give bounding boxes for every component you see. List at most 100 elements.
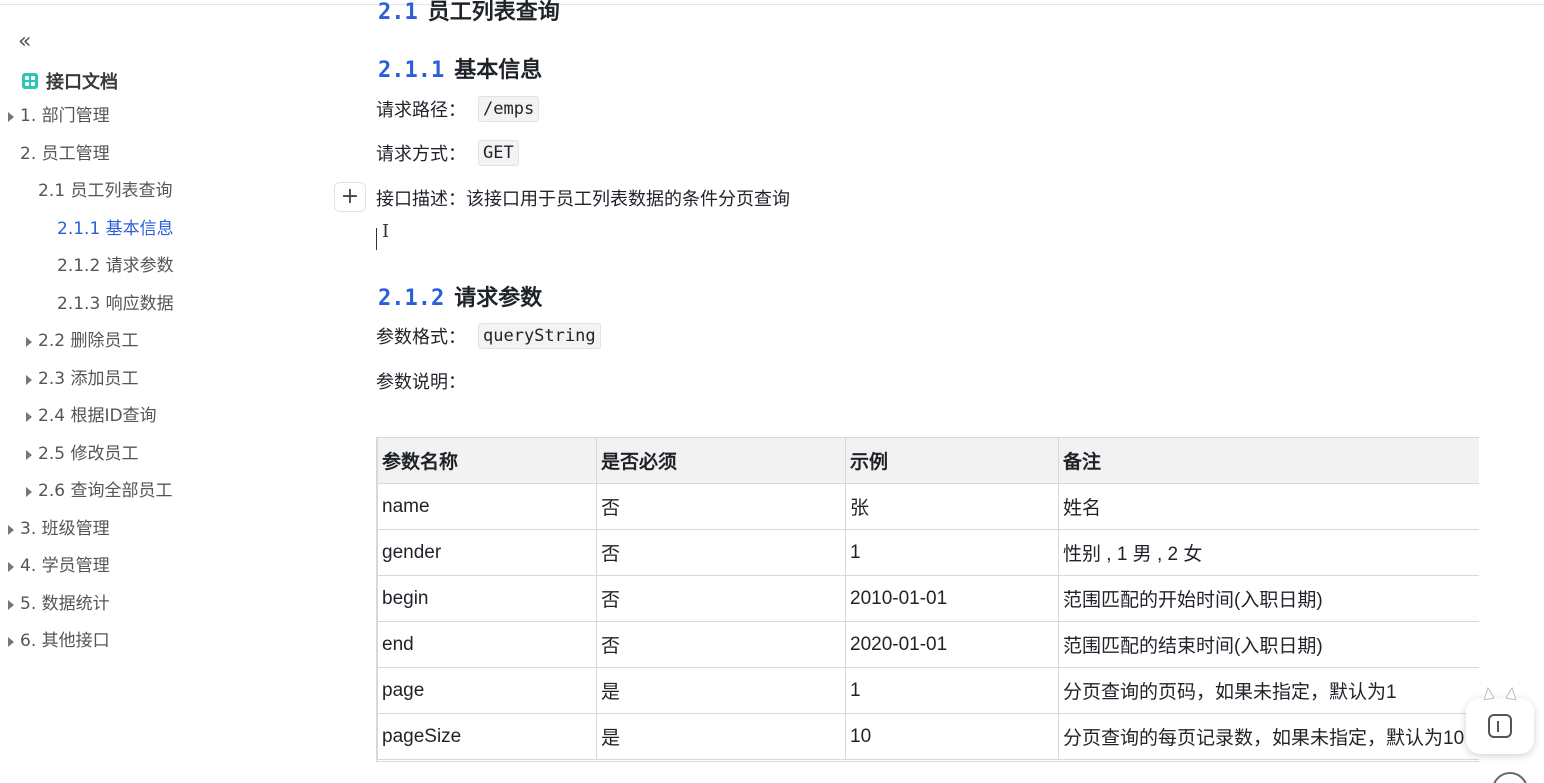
ibeam-cursor-icon: I	[382, 221, 390, 242]
table-row: gender 否 1 性别 , 1 男 , 2 女	[377, 529, 1479, 576]
cat-ears-icon	[1483, 686, 1517, 700]
table-cell[interactable]: 姓名	[1058, 483, 1479, 530]
screen-record-icon	[1488, 714, 1512, 738]
doc-title-label: 接口文档	[46, 72, 118, 93]
table-cell[interactable]: 范围匹配的结束时间(入职日期)	[1058, 621, 1479, 668]
add-block-button[interactable]: +	[334, 182, 366, 212]
table-cell[interactable]: 否	[596, 621, 846, 668]
request-method-line[interactable]: 请求方式： GET	[376, 140, 519, 166]
toc-item-class[interactable]: 3. 班级管理	[8, 511, 110, 548]
table-cell[interactable]: 张	[845, 483, 1059, 530]
toc-item-label: 2.4 根据ID查询	[38, 406, 157, 426]
section-heading-2-1: 2.1 员工列表查询	[378, 0, 560, 26]
expand-caret-icon[interactable]	[8, 524, 14, 535]
table-cell[interactable]: page	[377, 667, 597, 714]
toc-item-label: 2.1.1 基本信息	[57, 219, 174, 239]
table-cell[interactable]: 2020-01-01	[845, 621, 1059, 668]
heading-text: 请求参数	[454, 286, 543, 311]
heading-number: 2.1.1	[378, 58, 445, 83]
expand-caret-icon[interactable]	[8, 599, 14, 610]
table-cell[interactable]: 范围匹配的开始时间(入职日期)	[1058, 575, 1479, 622]
expand-caret-icon[interactable]	[26, 486, 32, 497]
table-cell[interactable]: end	[377, 621, 597, 668]
table-cell[interactable]: 是	[596, 713, 846, 760]
table-cell[interactable]: gender	[377, 529, 597, 576]
expand-caret-icon[interactable]	[8, 561, 14, 572]
request-path-label: 请求路径：	[376, 100, 466, 121]
table-cell[interactable]: 否	[596, 483, 846, 530]
table-cell[interactable]: begin	[377, 575, 597, 622]
heading-text: 基本信息	[454, 58, 543, 83]
api-description-line[interactable]: 接口描述： 该接口用于员工列表数据的条件分页查询	[376, 185, 790, 211]
table-cell[interactable]: 2010-01-01	[845, 575, 1059, 622]
toc-item-query-all-emp[interactable]: 2.6 查询全部员工	[26, 473, 172, 510]
toc-item-query-by-id[interactable]: 2.4 根据ID查询	[26, 398, 157, 435]
header-param-name[interactable]: 参数名称	[377, 437, 597, 484]
doc-content: 2.1 员工列表查询 2.1.1 基本信息 请求路径： /emps 请求方式： GE…	[334, 0, 1544, 783]
table-cell[interactable]: 否	[596, 529, 846, 576]
param-desc-label: 参数说明：	[376, 372, 466, 393]
params-table: 参数名称 是否必须 示例 备注 name 否 张 姓名 gender 否 1 性	[377, 437, 1479, 760]
toc-item-emp[interactable]: 2. 员工管理	[8, 136, 110, 173]
toc-item-label: 2.3 添加员工	[38, 369, 139, 389]
toc-item-label: 2.2 删除员工	[38, 331, 139, 351]
header-example[interactable]: 示例	[845, 437, 1059, 484]
request-method-label: 请求方式：	[376, 144, 466, 165]
expand-caret-icon[interactable]	[26, 411, 32, 422]
param-desc-line[interactable]: 参数说明：	[376, 368, 466, 394]
toc-item-delete-emp[interactable]: 2.2 删除员工	[26, 323, 138, 360]
table-row: pageSize 是 10 分页查询的每页记录数，如果未指定，默认为10	[377, 713, 1479, 760]
request-method-code: GET	[478, 140, 519, 166]
request-path-line[interactable]: 请求路径： /emps	[376, 96, 540, 122]
table-cell[interactable]: 10	[845, 713, 1059, 760]
collapse-sidebar-icon[interactable]: «	[18, 30, 42, 54]
table-cell[interactable]: 否	[596, 575, 846, 622]
api-description-label: 接口描述：	[376, 189, 466, 210]
expand-caret-icon[interactable]	[26, 336, 32, 347]
toc-item-request-params[interactable]: 2.1.2 请求参数	[45, 248, 174, 285]
table-cell[interactable]: 1	[845, 667, 1059, 714]
toc-item-emp-list[interactable]: 2.1 员工列表查询	[26, 173, 172, 210]
table-cell[interactable]: 是	[596, 667, 846, 714]
params-table-container[interactable]: 参数名称 是否必须 示例 备注 name 否 张 姓名 gender 否 1 性	[376, 437, 1479, 762]
heading-text: 员工列表查询	[427, 0, 560, 25]
header-required[interactable]: 是否必须	[596, 437, 846, 484]
section-heading-basic-info: 2.1.1 基本信息	[378, 52, 542, 84]
table-cell[interactable]: 分页查询的页码，如果未指定，默认为1	[1058, 667, 1479, 714]
doc-title[interactable]: 接口文档	[22, 68, 118, 94]
toc-item-update-emp[interactable]: 2.5 修改员工	[26, 436, 138, 473]
toc-item-label: 2.6 查询全部员工	[38, 481, 173, 501]
table-cell[interactable]: name	[377, 483, 597, 530]
header-remark[interactable]: 备注	[1058, 437, 1479, 484]
table-cell[interactable]: 性别 , 1 男 , 2 女	[1058, 529, 1479, 576]
param-format-code: queryString	[478, 323, 601, 349]
toc-item-dept[interactable]: 1. 部门管理	[8, 98, 110, 135]
table-row: page 是 1 分页查询的页码，如果未指定，默认为1	[377, 667, 1479, 714]
table-cell[interactable]: 1	[845, 529, 1059, 576]
expand-caret-icon[interactable]	[8, 111, 14, 122]
table-cell[interactable]: 分页查询的每页记录数，如果未指定，默认为10	[1058, 713, 1479, 760]
toc-item-label: 2.1.3 响应数据	[57, 294, 174, 314]
expand-caret-icon[interactable]	[26, 449, 32, 460]
request-path-code: /emps	[478, 96, 540, 122]
toc-item-other[interactable]: 6. 其他接口	[8, 623, 110, 660]
toc-item-student[interactable]: 4. 学员管理	[8, 548, 110, 585]
sidebar-toc: « 接口文档 1. 部门管理 2. 员工管理 2.1 员工列表查询 2.1.1 …	[0, 0, 330, 783]
toc-item-stats[interactable]: 5. 数据统计	[8, 586, 110, 623]
toc-item-label: 2.5 修改员工	[38, 444, 139, 464]
toc-item-basic-info[interactable]: 2.1.1 基本信息	[45, 211, 174, 248]
toc-item-label: 2.1 员工列表查询	[38, 181, 173, 201]
expand-caret-icon[interactable]	[8, 636, 14, 647]
toc-item-label: 2. 员工管理	[20, 144, 110, 164]
toc-item-add-emp[interactable]: 2.3 添加员工	[26, 361, 138, 398]
toc-item-label: 2.1.2 请求参数	[57, 256, 174, 276]
table-cell[interactable]: pageSize	[377, 713, 597, 760]
param-format-line[interactable]: 参数格式： queryString	[376, 323, 601, 349]
expand-caret-icon[interactable]	[26, 374, 32, 385]
toc-item-label: 5. 数据统计	[20, 594, 110, 614]
toc-item-label: 1. 部门管理	[20, 106, 110, 126]
table-row: name 否 张 姓名	[377, 483, 1479, 530]
toc-item-response-data[interactable]: 2.1.3 响应数据	[45, 286, 174, 323]
text-cursor	[376, 228, 377, 250]
floating-assistant-button[interactable]	[1466, 686, 1534, 754]
